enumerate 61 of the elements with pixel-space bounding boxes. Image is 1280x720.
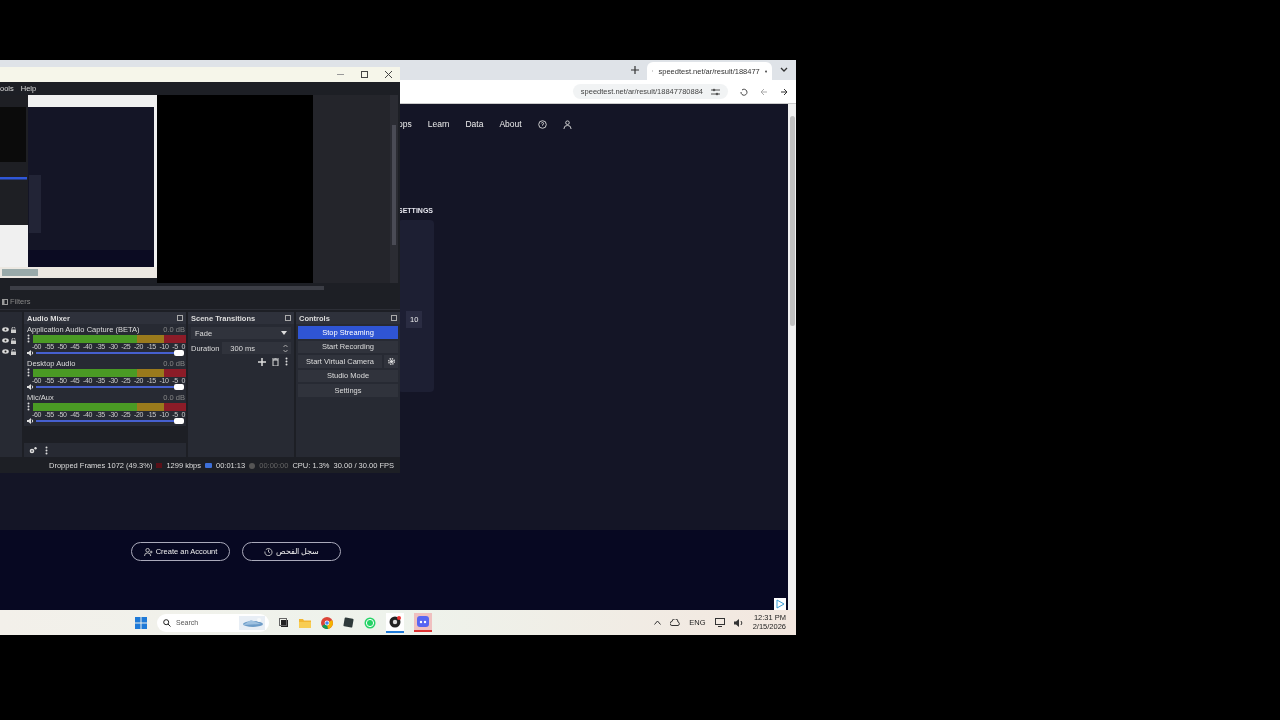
lock-icon[interactable] — [11, 348, 16, 355]
undock-icon[interactable] — [177, 315, 183, 321]
user-icon[interactable] — [562, 119, 572, 129]
nav-link[interactable]: Data — [465, 119, 484, 129]
stream-health-icon — [156, 463, 163, 468]
tab-list-icon[interactable] — [780, 67, 788, 73]
stream-icon — [205, 463, 212, 468]
record-icon — [249, 462, 256, 469]
forward-icon[interactable] — [780, 87, 788, 96]
nav-link[interactable]: Learn — [427, 119, 450, 129]
speaker-icon[interactable] — [27, 350, 34, 356]
ad-choices-icon[interactable] — [774, 598, 786, 610]
new-tab-icon[interactable] — [631, 66, 639, 74]
speaker-icon[interactable] — [27, 418, 34, 424]
settings-icon[interactable] — [29, 446, 37, 454]
eye-icon[interactable] — [2, 338, 9, 343]
stepper-icon — [283, 343, 288, 353]
volume-slider[interactable] — [174, 418, 184, 424]
eye-icon[interactable] — [2, 327, 9, 332]
undock-icon[interactable] — [391, 315, 397, 321]
cloud-icon[interactable] — [670, 619, 681, 626]
volume-slider[interactable] — [174, 350, 184, 356]
more-icon[interactable] — [27, 402, 30, 411]
app-icon[interactable] — [343, 617, 354, 628]
more-icon[interactable] — [27, 334, 30, 343]
chat-app-icon — [417, 616, 429, 627]
search-icon — [163, 618, 171, 627]
minimize-icon[interactable] — [337, 71, 344, 78]
chevron-up-icon[interactable] — [654, 620, 662, 625]
reload-icon[interactable] — [740, 87, 748, 96]
settings-button[interactable] — [384, 355, 398, 368]
undock-icon[interactable] — [285, 315, 291, 321]
chat-taskbar-button[interactable] — [414, 613, 432, 632]
obs-taskbar-button[interactable] — [386, 612, 404, 633]
lock-icon[interactable] — [11, 326, 16, 333]
eye-icon[interactable] — [2, 349, 9, 354]
start-icon[interactable] — [135, 616, 147, 629]
add-icon[interactable] — [258, 357, 266, 366]
more-icon[interactable] — [27, 368, 30, 377]
volume-slider[interactable] — [174, 384, 184, 390]
lock-icon[interactable] — [11, 337, 16, 344]
user-add-icon — [143, 547, 153, 556]
caret-icon — [281, 331, 287, 335]
speaker-icon[interactable] — [27, 384, 34, 390]
chrome-icon[interactable] — [321, 616, 333, 629]
more-icon[interactable] — [45, 445, 48, 455]
scrollbar[interactable] — [390, 95, 398, 283]
gear-icon — [387, 357, 395, 365]
filter-icon — [2, 298, 8, 305]
more-icon[interactable] — [285, 357, 288, 366]
scrollbar[interactable] — [788, 104, 796, 610]
maximize-icon[interactable] — [361, 71, 368, 78]
monitor-icon[interactable] — [714, 618, 725, 627]
speaker-icon[interactable] — [733, 618, 744, 627]
record-icon — [389, 615, 401, 628]
trash-icon[interactable] — [272, 357, 279, 366]
help-icon[interactable] — [537, 119, 547, 129]
history-icon — [263, 547, 273, 556]
nav-link[interactable]: About — [499, 119, 522, 129]
task-view-icon[interactable] — [279, 617, 289, 628]
tune-icon[interactable] — [711, 87, 720, 96]
